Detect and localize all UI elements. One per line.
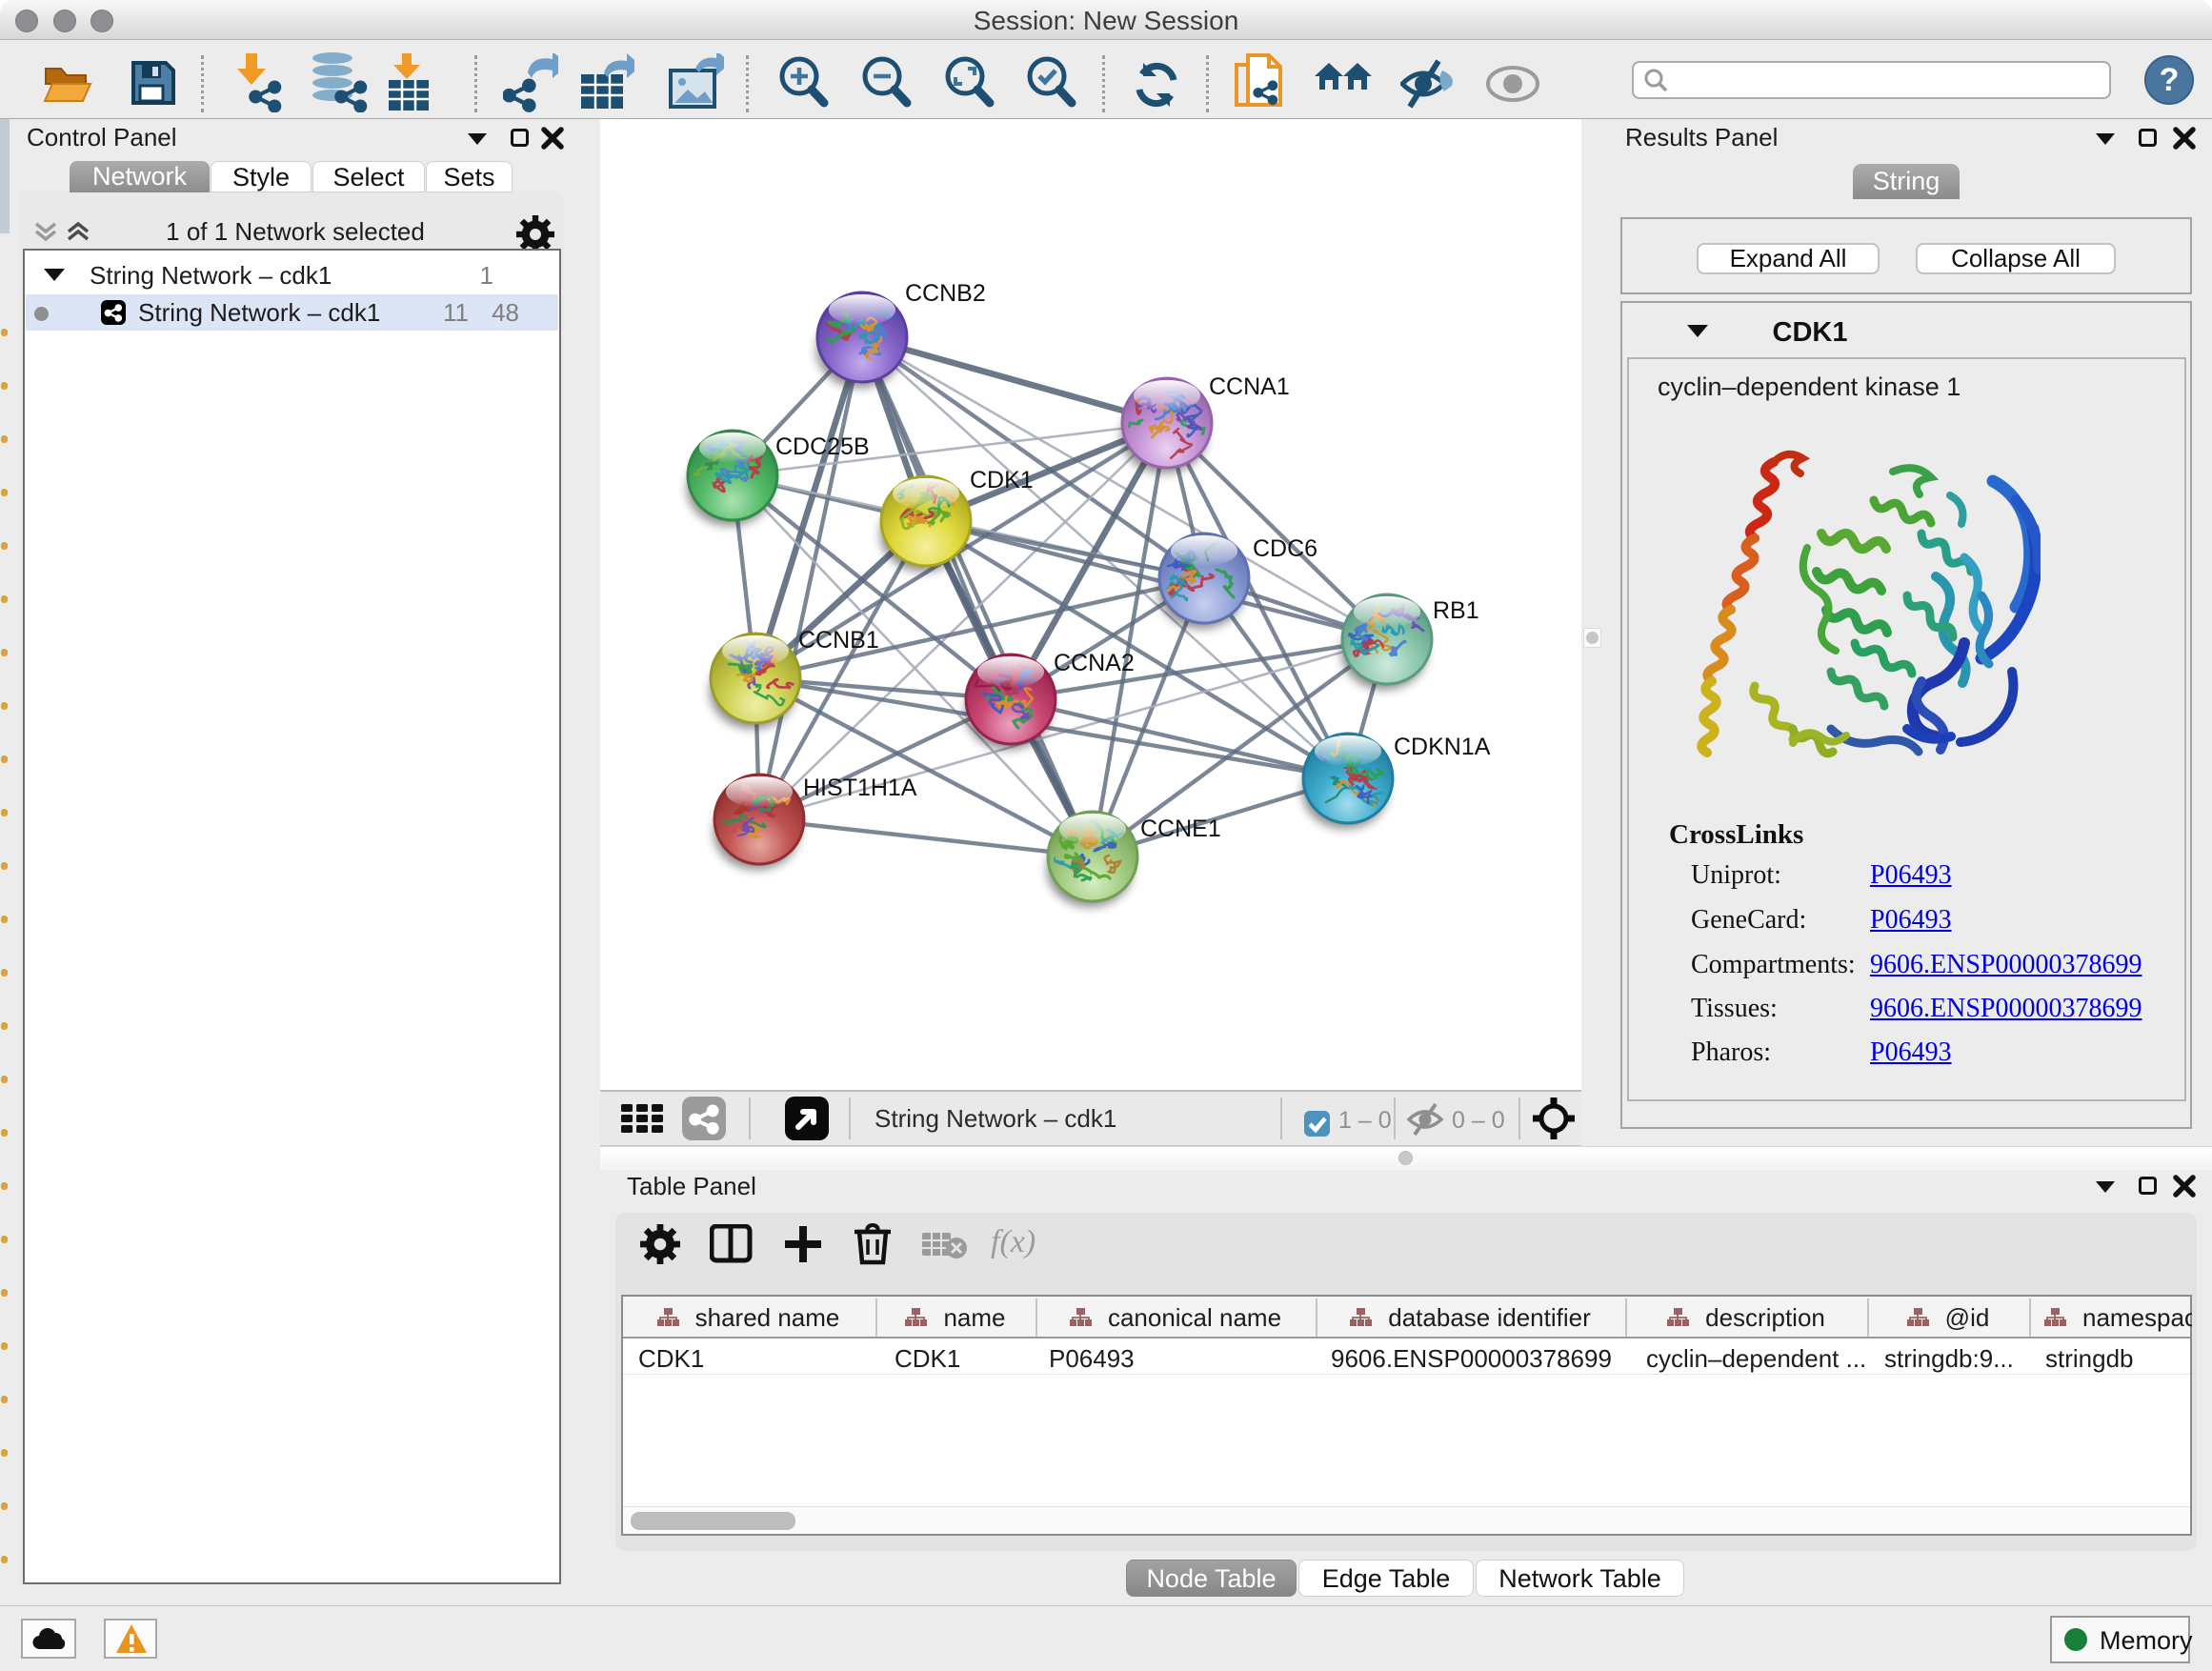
svg-text:HIST1H1A: HIST1H1A: [803, 775, 917, 801]
svg-text:RB1: RB1: [1433, 597, 1479, 624]
svg-text:CCNB2: CCNB2: [905, 280, 986, 307]
svg-text:?: ?: [2160, 62, 2180, 98]
svg-text:CDK1: CDK1: [970, 467, 1034, 493]
svg-text:CCNE1: CCNE1: [1140, 815, 1221, 842]
svg-text:CCNA1: CCNA1: [1209, 373, 1290, 400]
svg-text:CDC6: CDC6: [1253, 535, 1317, 562]
svg-text:CDC25B: CDC25B: [775, 433, 870, 460]
svg-text:CCNA2: CCNA2: [1054, 650, 1135, 676]
svg-text:CCNB1: CCNB1: [798, 627, 879, 654]
svg-text:CDKN1A: CDKN1A: [1394, 734, 1491, 760]
